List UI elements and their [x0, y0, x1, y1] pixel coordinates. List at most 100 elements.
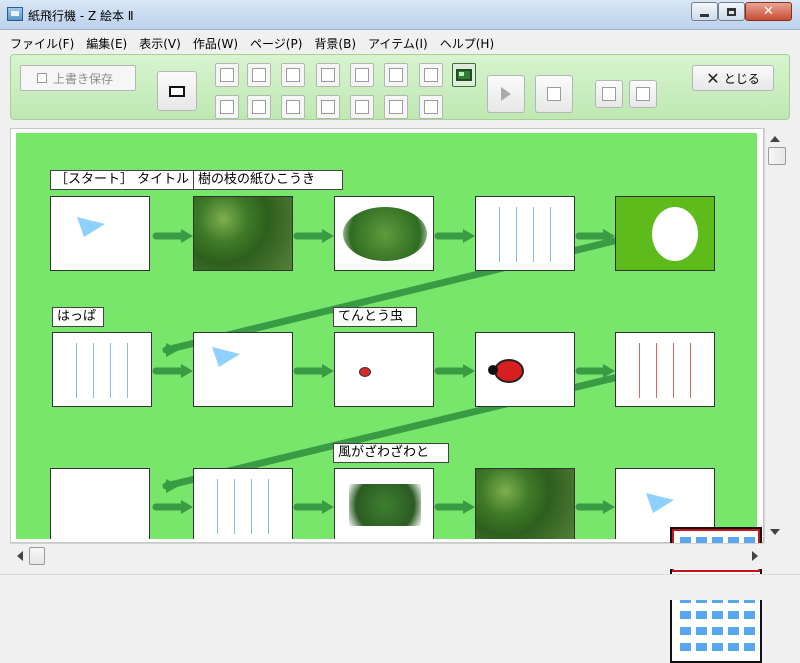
scroll-right-icon[interactable]	[752, 551, 758, 561]
menu-help[interactable]: ヘルプ(H)	[440, 35, 494, 52]
text-lines	[68, 343, 138, 398]
save-button[interactable]: 上書き保存	[20, 65, 136, 91]
music-button[interactable]	[629, 80, 657, 108]
maximize-button[interactable]	[718, 2, 745, 21]
menu-file[interactable]: ファイル(F)	[10, 35, 74, 52]
menu-bar: ファイル(F) 編集(E) 表示(V) 作品(W) ページ(P) 背景(B) ア…	[0, 31, 800, 55]
menu-work[interactable]: 作品(W)	[193, 35, 238, 52]
book-button[interactable]	[535, 75, 573, 113]
page-view-button[interactable]	[157, 71, 197, 111]
page-shape-button[interactable]	[316, 95, 340, 119]
page-title-wind[interactable]: 風がざわざわと	[333, 443, 449, 463]
display-button[interactable]	[316, 63, 340, 87]
page-title-start[interactable]: ［スタート］ タイトル	[50, 170, 195, 190]
page-thumb-8[interactable]	[334, 332, 434, 407]
play-button[interactable]	[487, 75, 525, 113]
palette-cell[interactable]	[728, 643, 739, 651]
menu-edit[interactable]: 編集(E)	[86, 35, 127, 52]
palette-cell[interactable]	[712, 627, 723, 635]
save-icon	[37, 73, 47, 83]
arrange-icon	[286, 100, 300, 114]
vertical-scrollbar[interactable]	[764, 128, 790, 543]
minimize-button[interactable]	[691, 2, 718, 21]
palette-cell[interactable]	[744, 627, 755, 635]
page-title-branch-plane[interactable]: 樹の枝の紙ひこうき	[193, 170, 343, 190]
delete-icon	[220, 68, 234, 82]
text-lines	[631, 343, 701, 398]
page-thumb-1[interactable]	[50, 196, 150, 271]
palette-cell[interactable]	[696, 643, 707, 651]
scroll-up-icon[interactable]	[770, 136, 780, 142]
layout-icon	[456, 69, 472, 81]
flag-button[interactable]	[384, 95, 408, 119]
palette-cell[interactable]	[728, 611, 739, 619]
page-thumb-5[interactable]	[615, 196, 715, 271]
page-title-ladybug[interactable]: てんとう虫	[333, 307, 417, 327]
close-label: とじる	[723, 71, 760, 86]
forest-icon	[476, 469, 574, 539]
dropdown-icon	[424, 100, 438, 114]
scroll-down-icon[interactable]	[770, 529, 780, 535]
horizontal-scrollbar[interactable]	[10, 543, 764, 569]
title-bar: 紙飛行機 - Z 絵本 Ⅱ ✕	[0, 0, 800, 30]
move-bottom-button[interactable]	[247, 95, 271, 119]
palette-cell[interactable]	[712, 643, 723, 651]
palette-cell[interactable]	[680, 643, 691, 651]
scroll-left-icon[interactable]	[17, 551, 23, 561]
storyboard-board[interactable]: ［スタート］ タイトル 樹の枝の紙ひこうき はっぱ てんとう虫 風がざわざわと	[16, 133, 757, 539]
scroll-corner	[764, 543, 790, 569]
palette-cell[interactable]	[680, 611, 691, 619]
paper-plane-icon	[77, 217, 105, 237]
page-thumb-14[interactable]	[475, 468, 575, 539]
display-icon	[321, 68, 335, 82]
duplicate-button[interactable]	[215, 95, 239, 119]
menu-background[interactable]: 背景(B)	[314, 35, 356, 52]
palette-cell[interactable]	[744, 643, 755, 651]
palette-cell[interactable]	[744, 611, 755, 619]
grid-button[interactable]	[281, 63, 305, 87]
menu-page[interactable]: ページ(P)	[250, 35, 302, 52]
close-window-button[interactable]: ✕	[745, 2, 792, 21]
text-lines	[209, 479, 279, 534]
delete-page-button[interactable]	[215, 63, 239, 87]
canvas-frame: ［スタート］ タイトル 樹の枝の紙ひこうき はっぱ てんとう虫 風がざわざわと	[10, 128, 764, 663]
palette-cell[interactable]	[696, 611, 707, 619]
blank-page-icon	[355, 100, 369, 114]
time-forward-button[interactable]	[419, 63, 443, 87]
maximize-icon	[727, 7, 736, 16]
flag-icon	[389, 100, 403, 114]
page-thumb-10[interactable]	[615, 332, 715, 407]
page-thumb-3[interactable]	[334, 196, 434, 271]
arrange-button[interactable]	[281, 95, 305, 119]
palette-cell[interactable]	[680, 627, 691, 635]
page-thumb-4[interactable]	[475, 196, 575, 271]
time-forward-icon	[424, 68, 438, 82]
print-button[interactable]	[350, 63, 374, 87]
page-thumb-2[interactable]	[193, 196, 293, 271]
layout-toggle-button[interactable]	[452, 63, 476, 87]
move-top-button[interactable]	[247, 63, 271, 87]
page-thumb-7[interactable]	[193, 332, 293, 407]
palette-cell[interactable]	[696, 627, 707, 635]
close-button[interactable]: ✕ とじる	[692, 65, 774, 91]
timer-icon	[389, 68, 403, 82]
page-thumb-6[interactable]	[52, 332, 152, 407]
menu-view[interactable]: 表示(V)	[139, 35, 181, 52]
duplicate-icon	[220, 100, 234, 114]
forest-icon	[343, 207, 427, 261]
page-title-leaf[interactable]: はっぱ	[52, 307, 104, 327]
dropdown-button[interactable]	[419, 95, 443, 119]
frame-button[interactable]	[595, 80, 623, 108]
palette-cell[interactable]	[712, 611, 723, 619]
blank-page-button[interactable]	[350, 95, 374, 119]
minimize-icon	[700, 13, 709, 17]
timer-button[interactable]	[384, 63, 408, 87]
page-thumb-13[interactable]	[334, 468, 434, 539]
horizontal-scroll-thumb[interactable]	[29, 547, 45, 565]
palette-cell[interactable]	[728, 627, 739, 635]
page-thumb-11[interactable]	[50, 468, 150, 539]
vertical-scroll-thumb[interactable]	[768, 147, 786, 165]
page-thumb-12[interactable]	[193, 468, 293, 539]
menu-item[interactable]: アイテム(I)	[368, 35, 428, 52]
page-thumb-9[interactable]	[475, 332, 575, 407]
